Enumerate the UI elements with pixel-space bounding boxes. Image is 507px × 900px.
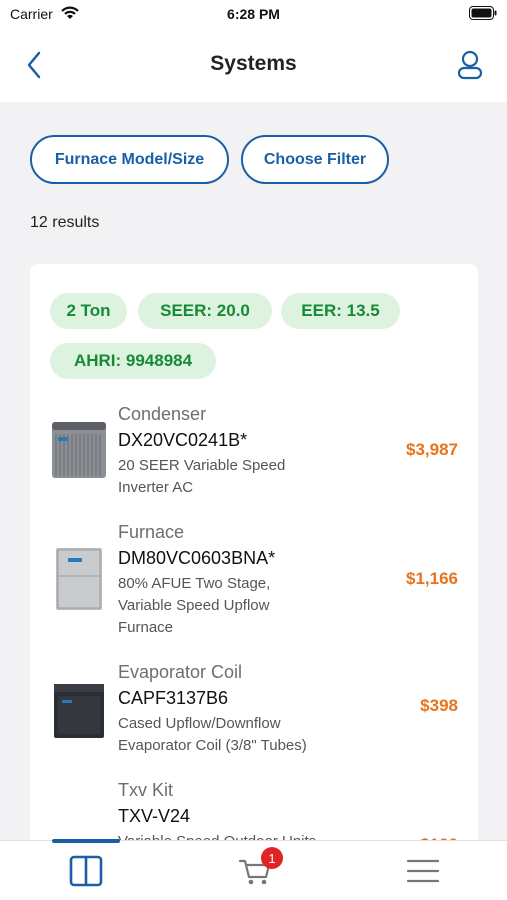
cart-count-badge: 1: [261, 847, 283, 869]
item-model: DM80VC0603BNA*: [118, 548, 276, 568]
tab-cart[interactable]: 1: [225, 847, 285, 891]
item-description-line-3: Furnace: [118, 619, 174, 636]
furnace-model-size-button[interactable]: Furnace Model/Size: [30, 135, 229, 184]
clock: 6:28 PM: [227, 6, 280, 22]
item-description-line-1: 80% AFUE Two Stage,: [118, 575, 271, 592]
seer-chip: SEER: 20.0: [138, 293, 272, 329]
item-model: TXV-V24: [118, 806, 191, 826]
tonnage-chip: 2 Ton: [50, 293, 127, 329]
tab-catalog[interactable]: [56, 851, 116, 891]
list-item-furnace[interactable]: Furnace DM80VC0603BNA* 80% AFUE Two Stag…: [30, 520, 478, 636]
choose-filter-button[interactable]: Choose Filter: [241, 135, 389, 184]
item-price: $3,987: [406, 440, 458, 459]
item-description-line-2: Inverter AC: [118, 479, 194, 496]
item-description-line-2: Variable Speed Upflow: [118, 597, 270, 614]
battery-icon: [469, 6, 497, 25]
list-item-condenser[interactable]: Condenser DX20VC0241B* 20 SEER Variable …: [30, 402, 478, 502]
system-card[interactable]: 2 Ton SEER: 20.0 EER: 13.5 AHRI: 9948984…: [30, 264, 478, 900]
item-category: Txv Kit: [118, 780, 174, 800]
item-price: $398: [420, 696, 458, 715]
item-description-line-2: Evaporator Coil (3/8" Tubes): [118, 737, 307, 754]
list-item-evaporator-coil[interactable]: Evaporator Coil CAPF3137B6 Cased Upflow/…: [30, 660, 478, 760]
active-tab-indicator: [52, 839, 120, 843]
page-title: Systems: [210, 52, 297, 75]
item-model: CAPF3137B6: [118, 688, 229, 708]
item-description-line-1: 20 SEER Variable Speed: [118, 457, 286, 474]
results-count: 12 results: [30, 214, 100, 231]
item-price: $1,166: [406, 569, 458, 588]
furnace-image: [50, 548, 108, 610]
item-category: Evaporator Coil: [118, 662, 243, 682]
ahri-chip: AHRI: 9948984: [50, 343, 216, 379]
item-model: DX20VC0241B*: [118, 430, 248, 450]
tab-bar: 1: [0, 839, 507, 900]
eer-chip: EER: 13.5: [281, 293, 400, 329]
status-bar: Carrier 6:28 PM: [0, 0, 507, 30]
hamburger-menu-icon: [406, 859, 440, 883]
item-category: Furnace: [118, 522, 185, 542]
item-category: Condenser: [118, 404, 207, 424]
evaporator-coil-image: [50, 678, 108, 740]
tab-menu[interactable]: [393, 851, 453, 891]
profile-button[interactable]: [455, 49, 485, 81]
condenser-image: [50, 418, 108, 480]
nav-bar: Systems: [0, 30, 507, 102]
book-icon: [69, 855, 103, 887]
item-description-line-1: Cased Upflow/Downflow: [118, 715, 281, 732]
user-icon: [457, 50, 483, 80]
